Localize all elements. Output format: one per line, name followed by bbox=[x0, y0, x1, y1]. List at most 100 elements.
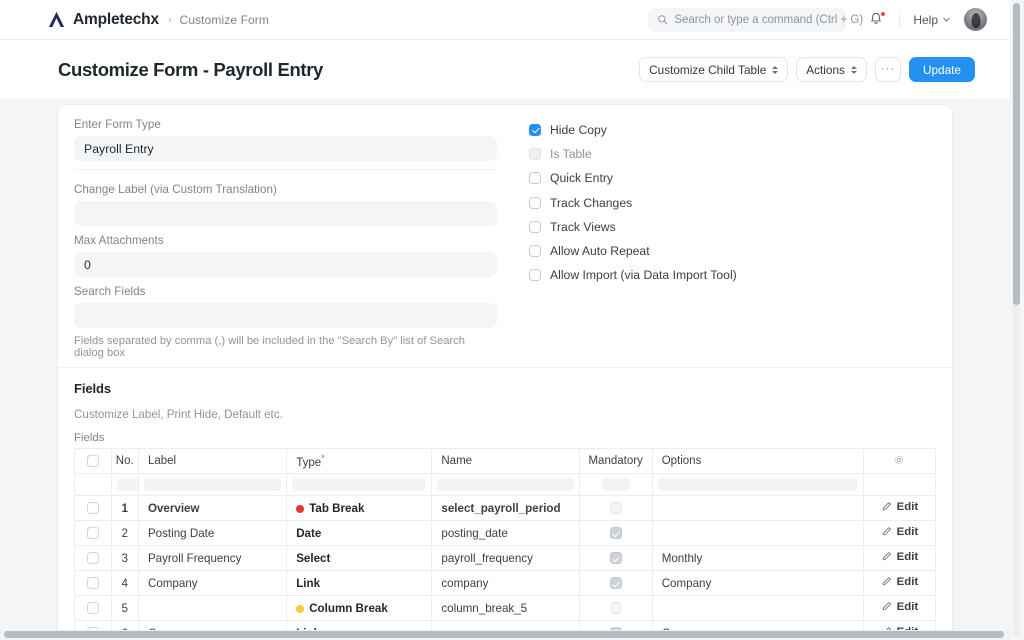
update-button[interactable]: Update bbox=[908, 57, 975, 82]
filter-type[interactable] bbox=[286, 473, 433, 496]
vertical-scrollbar-thumb[interactable] bbox=[1013, 3, 1020, 305]
cell-name[interactable]: currency bbox=[431, 620, 580, 630]
cell-options[interactable]: CompanyMonthly bbox=[651, 570, 864, 596]
search-fields-input[interactable] bbox=[74, 303, 497, 328]
checkbox-input[interactable] bbox=[529, 124, 541, 137]
col-header-type[interactable]: Type* bbox=[286, 448, 433, 474]
cell-actions[interactable]: Edit bbox=[862, 495, 937, 521]
cell-name[interactable]: select_payroll_period bbox=[431, 495, 580, 521]
brand[interactable]: Ampletechx bbox=[47, 10, 159, 29]
enter-form-type-input[interactable]: Payroll Entry bbox=[74, 136, 497, 161]
row-select-checkbox[interactable] bbox=[86, 577, 99, 590]
cell-label[interactable]: Company bbox=[137, 570, 288, 596]
row-select-cell[interactable] bbox=[74, 595, 112, 621]
mandatory-checkbox[interactable] bbox=[609, 577, 622, 590]
cell-name[interactable]: payroll_frequency bbox=[431, 545, 580, 571]
col-header-mandatory[interactable]: Mandatory bbox=[578, 448, 653, 474]
filter-name[interactable] bbox=[431, 473, 580, 496]
checkbox-row[interactable]: Track Views bbox=[529, 215, 936, 239]
actions-button[interactable]: Actions bbox=[796, 57, 867, 82]
cell-no[interactable]: 6 bbox=[110, 620, 139, 630]
table-row[interactable]: 1 Overview Tab Break select_payroll_period E… bbox=[74, 495, 937, 521]
cell-label[interactable] bbox=[137, 595, 288, 621]
checkbox-row[interactable]: Is Table bbox=[529, 142, 936, 166]
cell-label[interactable]: Posting Date bbox=[137, 520, 288, 546]
notifications-button[interactable] bbox=[868, 11, 886, 29]
cell-no[interactable]: 4 bbox=[110, 570, 139, 596]
checkbox-row[interactable]: Track Changes bbox=[529, 191, 936, 215]
col-header-name[interactable]: Name bbox=[431, 448, 580, 474]
row-select-cell[interactable] bbox=[74, 520, 112, 546]
more-options-button[interactable]: ··· bbox=[874, 57, 901, 82]
row-select-cell[interactable] bbox=[74, 495, 112, 521]
table-row[interactable]: 3 Payroll Frequency Select payroll_frequenc… bbox=[74, 545, 937, 571]
table-row[interactable]: 2 Posting Date Date posting_date Edit bbox=[74, 520, 937, 546]
edit-row-button[interactable]: Edit bbox=[881, 526, 918, 538]
cell-no[interactable]: 1 bbox=[110, 495, 139, 521]
row-select-checkbox[interactable] bbox=[86, 527, 99, 540]
cell-type[interactable]: Date bbox=[286, 520, 433, 546]
cell-label[interactable]: Overview bbox=[137, 495, 288, 521]
edit-row-button[interactable]: Edit bbox=[881, 551, 918, 563]
change-label-input[interactable] bbox=[74, 201, 497, 226]
filter-options[interactable] bbox=[651, 473, 864, 496]
table-row[interactable]: 4Company Link company CompanyMonthly Edit bbox=[74, 570, 937, 596]
cell-actions[interactable]: Edit bbox=[862, 570, 937, 596]
user-avatar[interactable] bbox=[964, 8, 987, 31]
cell-label[interactable]: Currency bbox=[137, 620, 288, 630]
cell-name[interactable]: company bbox=[431, 570, 580, 596]
select-all-checkbox[interactable] bbox=[86, 454, 99, 467]
row-select-checkbox[interactable] bbox=[86, 552, 99, 565]
col-header-no[interactable]: No. bbox=[110, 448, 139, 474]
col-header-label[interactable]: Label bbox=[137, 448, 288, 474]
horizontal-scrollbar-thumb[interactable] bbox=[4, 631, 1004, 638]
edit-row-button[interactable]: Edit bbox=[881, 576, 918, 588]
edit-row-button[interactable]: Edit bbox=[881, 601, 918, 613]
cell-no[interactable]: 2 bbox=[110, 520, 139, 546]
breadcrumb-customize-form[interactable]: Customize Form bbox=[180, 13, 269, 27]
row-select-cell[interactable] bbox=[74, 545, 112, 571]
cell-options[interactable] bbox=[651, 595, 864, 621]
cell-name[interactable]: posting_date bbox=[431, 520, 580, 546]
checkbox-input[interactable] bbox=[529, 220, 541, 233]
checkbox-row[interactable]: Quick Entry bbox=[529, 166, 936, 190]
cell-type[interactable]: Link bbox=[286, 570, 433, 596]
cell-options[interactable]: Currency bbox=[651, 620, 864, 630]
edit-row-button[interactable]: Edit bbox=[881, 501, 918, 513]
row-select-checkbox[interactable] bbox=[86, 502, 99, 515]
checkbox-input[interactable] bbox=[529, 245, 541, 258]
cell-mandatory[interactable] bbox=[578, 520, 653, 546]
col-header-options[interactable]: Options bbox=[651, 448, 864, 474]
vertical-scrollbar[interactable] bbox=[1013, 3, 1020, 637]
checkbox-input[interactable] bbox=[529, 172, 541, 185]
cell-options[interactable]: Monthly bbox=[651, 545, 864, 571]
cell-type[interactable]: Link bbox=[286, 620, 433, 630]
table-row[interactable]: 5 Column Break column_break_5 Edit bbox=[74, 595, 937, 621]
checkbox-row[interactable]: Allow Import (via Data Import Tool) bbox=[529, 263, 936, 287]
cell-no[interactable]: 3 bbox=[110, 545, 139, 571]
cell-mandatory[interactable] bbox=[578, 545, 653, 571]
cell-no[interactable]: 5 bbox=[110, 595, 139, 621]
cell-label[interactable]: Payroll Frequency bbox=[137, 545, 288, 571]
filter-mandatory[interactable] bbox=[578, 473, 653, 496]
mandatory-checkbox[interactable] bbox=[609, 527, 622, 540]
cell-actions[interactable]: Edit bbox=[862, 545, 937, 571]
cell-options[interactable] bbox=[651, 495, 864, 521]
cell-actions[interactable]: Edit bbox=[862, 595, 937, 621]
checkbox-row[interactable]: Allow Auto Repeat bbox=[529, 239, 936, 263]
checkbox-row[interactable]: Hide Copy bbox=[529, 118, 936, 142]
checkbox-input[interactable] bbox=[529, 196, 541, 209]
cell-actions[interactable]: Edit bbox=[862, 520, 937, 546]
search-input[interactable]: Search or type a command (Ctrl + G) bbox=[648, 7, 863, 32]
horizontal-scrollbar[interactable] bbox=[0, 630, 1010, 640]
table-row[interactable]: 6CurrencyLinkcurrencyCurrencyEdit bbox=[74, 620, 937, 630]
cell-options[interactable] bbox=[651, 520, 864, 546]
mandatory-checkbox[interactable] bbox=[609, 502, 622, 515]
row-select-cell[interactable] bbox=[74, 620, 112, 630]
gear-icon[interactable] bbox=[893, 454, 905, 466]
cell-name[interactable]: column_break_5 bbox=[431, 595, 580, 621]
row-select-cell[interactable] bbox=[74, 570, 112, 596]
cell-type[interactable]: Column Break bbox=[286, 595, 433, 621]
help-menu[interactable]: Help bbox=[913, 13, 951, 27]
mandatory-checkbox[interactable] bbox=[609, 552, 622, 565]
